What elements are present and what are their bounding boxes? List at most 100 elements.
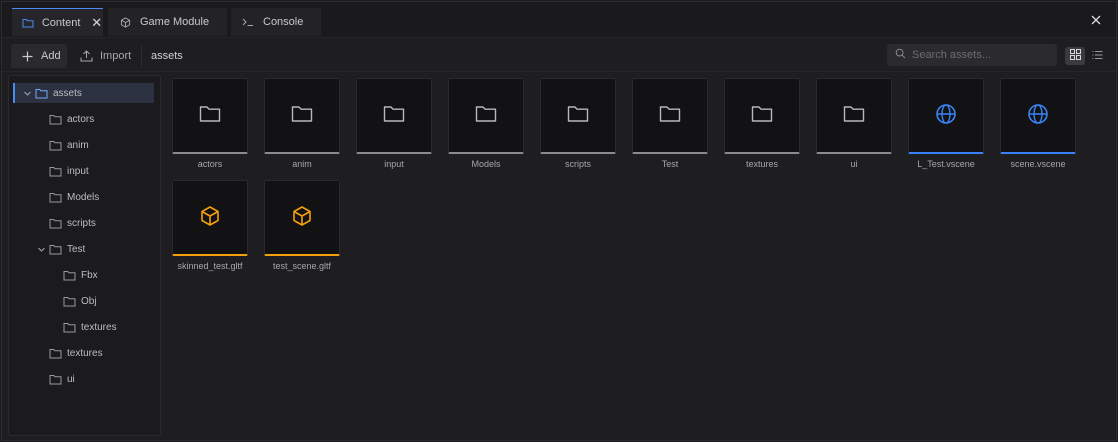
terminal-icon [237,17,259,27]
grid-view-button[interactable] [1065,47,1085,65]
folder-icon [63,321,77,333]
tree-item-label: Obj [81,295,97,307]
tree-item[interactable]: assets [13,83,154,103]
asset-thumbnail[interactable] [264,180,340,256]
asset-tile[interactable]: anim [264,78,340,169]
asset-tile[interactable]: ui [816,78,892,169]
upload-icon [78,48,94,64]
asset-thumbnail[interactable] [1000,78,1076,154]
asset-tile[interactable]: skinned_test.gltf [172,180,248,271]
asset-thumbnail[interactable] [172,78,248,154]
asset-tile[interactable]: input [356,78,432,169]
asset-thumbnail[interactable] [724,78,800,154]
tab-content[interactable]: Content ✕ [12,8,103,36]
asset-name: test_scene.gltf [272,261,332,271]
asset-name: ui [850,159,858,169]
tree-item[interactable]: ui [15,369,154,389]
tab-label: Console [263,16,304,28]
globe-icon [935,103,957,128]
list-icon [1092,50,1103,63]
folder-icon [49,243,63,255]
tree-item-label: anim [67,139,89,151]
asset-thumbnail[interactable] [264,78,340,154]
tree-item[interactable]: Fbx [15,265,154,285]
list-view-button[interactable] [1087,47,1107,65]
folder-icon [35,87,49,99]
tree-item-label: actors [67,113,95,125]
chevron-down-icon[interactable] [21,87,33,99]
globe-icon [1027,103,1049,128]
asset-thumbnail[interactable] [356,78,432,154]
asset-name: actors [197,159,223,169]
asset-tile[interactable]: textures [724,78,800,169]
asset-tile[interactable]: L_Test.vscene [908,78,984,169]
tab-console[interactable]: Console [231,8,321,36]
folder-icon [49,139,63,151]
tree-item[interactable]: textures [15,317,154,337]
tab-game-module[interactable]: Game Module [108,8,227,36]
search-input[interactable] [912,49,1052,61]
add-label: Add [41,50,61,62]
asset-thumbnail[interactable] [448,78,524,154]
asset-thumbnail[interactable] [908,78,984,154]
folder-icon [49,191,63,203]
search-icon [895,48,906,62]
tree-item[interactable]: Models [15,187,154,207]
tree-item-label: ui [67,373,75,385]
content-browser-window: Content ✕ Game Module Console Add Import… [1,1,1117,441]
tree-item[interactable]: scripts [15,213,154,233]
tree-item[interactable]: Test [15,239,154,259]
plus-icon [19,48,35,64]
close-icon[interactable]: ✕ [90,15,103,30]
asset-name: input [384,159,404,169]
asset-thumbnail[interactable] [540,78,616,154]
folder-icon [567,105,589,126]
asset-grid: actors anim input Models scripts Test te… [167,75,1112,436]
cube-icon [291,205,313,230]
asset-name: scripts [564,159,591,169]
asset-name: scene.vscene [1010,159,1066,169]
asset-tile[interactable]: test_scene.gltf [264,180,340,271]
asset-tile[interactable]: scene.vscene [1000,78,1076,169]
tree-item[interactable]: Obj [15,291,154,311]
tree-item-label: input [67,165,89,177]
folder-icon [49,113,63,125]
tree-item-label: Test [67,243,86,255]
close-icon[interactable] [1090,14,1102,26]
asset-tile[interactable]: actors [172,78,248,169]
asset-tile[interactable]: scripts [540,78,616,169]
asset-name: L_Test.vscene [917,159,975,169]
asset-thumbnail[interactable] [816,78,892,154]
chevron-down-icon[interactable] [35,243,47,255]
cube-icon [199,205,221,230]
import-button[interactable]: Import [72,44,136,68]
asset-name: anim [292,159,312,169]
asset-thumbnail[interactable] [172,180,248,256]
asset-tile[interactable]: Models [448,78,524,169]
divider [141,46,142,66]
tree-item[interactable]: input [15,161,154,181]
add-button[interactable]: Add [11,44,67,68]
asset-thumbnail[interactable] [632,78,708,154]
tab-label: Game Module [140,16,210,28]
folder-icon [49,217,63,229]
tree-item-label: textures [81,321,117,333]
tree-item[interactable]: anim [15,135,154,155]
tree-item[interactable]: actors [15,109,154,129]
folder-icon [475,105,497,126]
breadcrumb[interactable]: assets [151,50,183,62]
tab-label: Content [41,16,81,29]
tree-item-label: scripts [67,217,96,229]
asset-name: textures [745,159,778,169]
folder-icon [49,165,63,177]
folder-icon [659,105,681,126]
search-box[interactable] [887,44,1057,66]
asset-tile[interactable]: Test [632,78,708,169]
asset-name: Models [471,159,501,169]
folder-icon [199,105,221,126]
tree-item[interactable]: textures [15,343,154,363]
asset-name: skinned_test.gltf [177,261,243,271]
grid-icon [1069,49,1081,63]
tree-item-label: assets [53,87,82,99]
tab-bar: Content ✕ Game Module Console [2,2,1116,38]
